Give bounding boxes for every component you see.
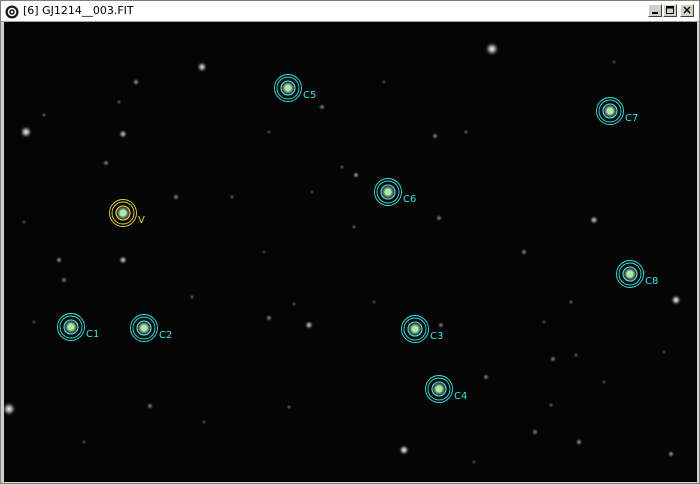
field-star — [31, 319, 37, 325]
field-star — [573, 352, 579, 358]
field-star — [132, 78, 140, 86]
field-star — [229, 194, 235, 200]
minimize-icon — [652, 12, 658, 14]
field-star — [531, 428, 539, 436]
field-star — [146, 402, 154, 410]
field-star — [4, 401, 17, 417]
field-star — [435, 214, 443, 222]
field-star — [381, 79, 387, 85]
aperture-label: V — [138, 215, 145, 226]
field-star — [118, 255, 128, 265]
star-core — [119, 209, 127, 217]
field-star — [371, 299, 377, 305]
title-bar[interactable]: [6] GJ1214__003.FIT — [1, 1, 699, 22]
aperture-c2[interactable]: C2 — [130, 314, 173, 342]
field-star — [41, 112, 47, 118]
fits-image-view[interactable]: V C1 C2 C3 C4 C5 C6 C7 C8 — [4, 22, 697, 482]
field-star — [351, 224, 357, 230]
field-star — [541, 319, 547, 325]
field-star — [352, 171, 360, 179]
field-star — [431, 132, 439, 140]
field-star — [172, 193, 180, 201]
field-star — [286, 404, 292, 410]
field-star — [201, 419, 207, 425]
field-star — [309, 189, 315, 195]
aperture-v[interactable]: V — [109, 199, 146, 227]
aperture-label: C8 — [645, 276, 658, 287]
field-star — [196, 61, 208, 73]
field-star — [118, 129, 128, 139]
field-star — [189, 294, 195, 300]
field-star — [102, 159, 110, 167]
field-star — [611, 59, 617, 65]
aperture-c7[interactable]: C7 — [596, 97, 639, 125]
close-button[interactable] — [680, 4, 694, 17]
aperture-c6[interactable]: C6 — [374, 178, 417, 206]
field-star — [21, 219, 27, 225]
star-core — [411, 325, 419, 333]
field-star — [670, 294, 682, 306]
star-core — [384, 188, 392, 196]
field-star — [589, 215, 599, 225]
aperture-label: C7 — [625, 113, 638, 124]
star-core — [606, 107, 614, 115]
field-star — [661, 349, 667, 355]
field-star — [471, 459, 477, 465]
maximize-icon — [666, 6, 674, 14]
aperture-c3[interactable]: C3 — [401, 315, 444, 343]
aperture-label: C4 — [454, 391, 467, 402]
field-star — [318, 103, 326, 111]
field-star — [398, 444, 410, 456]
field-star — [291, 301, 297, 307]
field-star — [568, 299, 574, 305]
field-star — [339, 164, 345, 170]
field-star — [641, 269, 647, 275]
aperture-c5[interactable]: C5 — [274, 74, 317, 102]
field-star — [116, 99, 122, 105]
field-star — [548, 402, 554, 408]
star-core — [626, 270, 634, 278]
star-field: V C1 C2 C3 C4 C5 C6 C7 C8 — [4, 41, 682, 465]
field-star — [520, 248, 528, 256]
field-star — [60, 276, 68, 284]
aperture-label: C5 — [303, 90, 316, 101]
aperture-c4[interactable]: C4 — [425, 375, 468, 403]
field-star — [575, 438, 583, 446]
field-star — [304, 320, 314, 330]
field-star — [265, 314, 273, 322]
aperture-label: C6 — [403, 194, 416, 205]
field-star — [601, 379, 607, 385]
star-core — [140, 324, 148, 332]
field-star — [19, 125, 33, 139]
field-star — [482, 373, 490, 381]
field-star — [549, 355, 557, 363]
field-star — [667, 450, 675, 458]
field-star — [437, 321, 445, 329]
field-star — [266, 129, 272, 135]
app-logo-icon[interactable] — [5, 4, 19, 19]
star-core — [67, 323, 75, 331]
field-star — [55, 256, 63, 264]
star-core — [435, 385, 443, 393]
image-window: [6] GJ1214__003.FIT V C1 C2 C3 C4 C5 C6 … — [0, 0, 700, 484]
window-title: [6] GJ1214__003.FIT — [23, 4, 134, 17]
aperture-label: C1 — [86, 329, 99, 340]
star-core — [284, 84, 292, 92]
field-star — [463, 129, 469, 135]
aperture-label: C2 — [159, 330, 172, 341]
aperture-c1[interactable]: C1 — [57, 313, 100, 341]
aperture-c8[interactable]: C8 — [616, 260, 659, 288]
maximize-button[interactable] — [663, 4, 677, 17]
field-star — [261, 249, 267, 255]
close-icon — [683, 6, 691, 14]
minimize-button[interactable] — [648, 4, 662, 17]
field-star — [484, 41, 500, 57]
field-star — [81, 439, 87, 445]
aperture-label: C3 — [430, 331, 443, 342]
